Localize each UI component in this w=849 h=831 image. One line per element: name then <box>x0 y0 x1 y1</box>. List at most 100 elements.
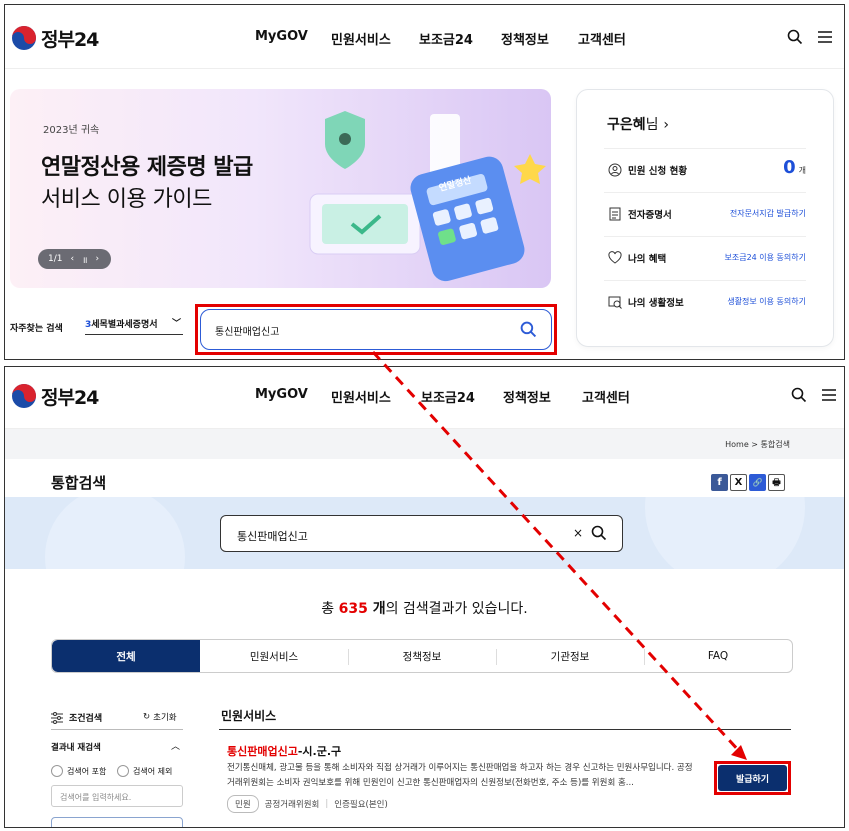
site-header: 정부24 MyGOV 민원서비스 보조금24 정책정보 고객센터 <box>5 367 844 429</box>
user-name-link[interactable]: 구은혜님 › <box>607 114 669 134</box>
count-unit: 개 <box>798 166 806 175</box>
prev-icon[interactable]: ‹ <box>70 254 74 264</box>
highlight-box <box>714 761 791 795</box>
home-page-screenshot: 정부24 MyGOV 민원서비스 보조금24 정책정보 고객센터 2023년 귀… <box>4 4 845 360</box>
civil-status-row[interactable]: 민원 신청 현황 0개 <box>604 148 806 190</box>
clear-icon[interactable]: × <box>573 526 583 540</box>
include-radio[interactable]: 검색어 포함 <box>51 765 106 777</box>
search-icon[interactable] <box>791 387 807 403</box>
nav-customer-center[interactable]: 고객센터 <box>578 29 626 48</box>
breadcrumb-bar: Home > 통합검색 <box>5 429 844 459</box>
document-icon <box>609 207 621 221</box>
nav-mygov[interactable]: MyGOV <box>255 387 308 402</box>
breadcrumb[interactable]: Home > 통합검색 <box>725 439 790 450</box>
result-tabs: 전체 민원서비스 정책정보 기관정보 FAQ <box>51 639 793 673</box>
heart-icon <box>608 251 622 264</box>
reset-label: 초기화 <box>153 713 177 723</box>
result-count: 635 <box>338 601 368 617</box>
promo-banner[interactable]: 2023년 귀속 연말정산용 제증명 발급 서비스 이용 가이드 1/1 ‹ ॥… <box>10 89 551 288</box>
banner-title-2: 서비스 이용 가이드 <box>41 187 212 212</box>
share-tools: f X 🔗 🖶 <box>711 474 785 491</box>
banner-pager: 1/1 ‹ ॥ › <box>38 249 111 269</box>
user-icon <box>608 163 622 177</box>
search-input[interactable]: 통신판매업신고 × <box>220 515 623 552</box>
search-icon[interactable] <box>787 29 803 45</box>
row-link[interactable]: 보조금24 이용 동의하기 <box>724 252 806 263</box>
tab-agency[interactable]: 기관정보 <box>496 640 644 672</box>
life-info-icon <box>608 296 622 309</box>
count-value: 0 <box>783 157 796 178</box>
include-label: 검색어 포함 <box>67 766 107 776</box>
nav-policy-info[interactable]: 정책정보 <box>503 387 551 406</box>
research-toggle[interactable]: 결과내 재검색 ︿ <box>51 741 180 753</box>
radio-icon <box>117 765 129 777</box>
radio-icon <box>51 765 63 777</box>
taegeuk-icon <box>12 384 36 408</box>
calculator-illustration: 연말정산 <box>309 111 546 282</box>
chevron-right-icon: › <box>663 117 670 133</box>
user-name: 구은혜 <box>607 117 646 133</box>
separator: | <box>325 799 329 809</box>
result-summary: 총 635 개의 검색결과가 있습니다. <box>5 598 844 618</box>
nav-policy-info[interactable]: 정책정보 <box>501 29 549 48</box>
row-link[interactable]: 생활정보 이용 동의하기 <box>727 296 806 307</box>
favorite-term: 세목별과세증명서 <box>91 320 158 330</box>
civil-count: 0개 <box>783 157 806 178</box>
refresh-icon: ↻ <box>143 712 151 722</box>
user-suffix: 님 <box>645 117 659 133</box>
exclude-radio[interactable]: 검색어 제외 <box>117 765 172 777</box>
menu-icon[interactable] <box>821 387 837 403</box>
section-title: 민원서비스 <box>221 709 277 723</box>
row-label: 민원 신청 현황 <box>628 166 688 177</box>
research-input[interactable]: 검색어를 입력하세요. <box>51 785 183 807</box>
tab-policy[interactable]: 정책정보 <box>348 640 496 672</box>
search-value: 통신판매업신고 <box>237 530 308 543</box>
category-badge: 민원 <box>227 795 259 813</box>
user-card: 구은혜님 › 민원 신청 현황 0개 전자증명서 전자문서지갑 발급하기 나의 … <box>576 89 834 347</box>
nav-customer-center[interactable]: 고객센터 <box>582 387 630 406</box>
next-icon[interactable]: › <box>96 254 100 264</box>
e-certificate-row[interactable]: 전자증명서 전자문서지갑 발급하기 <box>604 192 806 234</box>
nav-civil-service[interactable]: 민원서비스 <box>331 29 391 48</box>
my-benefits-row[interactable]: 나의 혜택 보조금24 이용 동의하기 <box>604 236 806 278</box>
pager-count: 1/1 <box>48 254 63 264</box>
life-info-row[interactable]: 나의 생활정보 생활정보 이용 동의하기 <box>604 280 806 322</box>
taegeuk-icon <box>12 26 36 50</box>
org-name: 공정거래위원회 <box>264 800 320 810</box>
page-title: 통합검색 <box>51 474 107 492</box>
menu-icon[interactable] <box>817 29 833 45</box>
title-highlight: 통신판매업신고 <box>227 745 298 758</box>
research-button[interactable] <box>51 817 183 827</box>
x-icon[interactable]: X <box>730 474 747 491</box>
reset-button[interactable]: ↻ 초기화 <box>143 711 177 723</box>
research-label: 결과내 재검색 <box>51 743 101 753</box>
link-icon[interactable]: 🔗 <box>749 474 766 491</box>
row-label: 전자증명서 <box>628 210 672 221</box>
summary-prefix: 총 <box>321 601 339 617</box>
facebook-icon[interactable]: f <box>711 474 728 491</box>
banner-title: 연말정산용 제증명 발급 <box>41 155 253 180</box>
favorite-search-label: 자주찾는 검색 <box>10 324 63 334</box>
highlight-box <box>195 304 557 355</box>
nav-subsidy24[interactable]: 보조금24 <box>419 29 473 48</box>
favorite-search-select[interactable]: 3세목별과세증명서 ﹀ <box>85 317 183 335</box>
gov24-logo[interactable]: 정부24 <box>11 25 99 51</box>
divider <box>219 729 791 730</box>
search-results-screenshot: 정부24 MyGOV 민원서비스 보조금24 정책정보 고객센터 Home > … <box>4 366 845 828</box>
tab-all[interactable]: 전체 <box>52 640 200 672</box>
divider <box>51 729 183 730</box>
logo-text: 정부24 <box>41 28 99 51</box>
nav-subsidy24[interactable]: 보조금24 <box>421 387 475 406</box>
gov24-logo[interactable]: 정부24 <box>11 383 99 409</box>
filter-title: 조건검색 <box>69 714 103 724</box>
search-icon[interactable] <box>591 525 607 541</box>
nav-civil-service[interactable]: 민원서비스 <box>331 387 391 406</box>
row-link[interactable]: 전자문서지갑 발급하기 <box>730 208 806 219</box>
nav-mygov[interactable]: MyGOV <box>255 29 308 44</box>
pause-icon[interactable]: ॥ <box>82 253 87 266</box>
tab-faq[interactable]: FAQ <box>644 640 792 672</box>
result-title-link[interactable]: 통신판매업신고-시.군.구 <box>227 743 341 759</box>
tab-civil-service[interactable]: 민원서비스 <box>200 640 348 672</box>
print-icon[interactable]: 🖶 <box>768 474 785 491</box>
summary-suffix: 의 검색결과가 있습니다. <box>385 601 528 617</box>
